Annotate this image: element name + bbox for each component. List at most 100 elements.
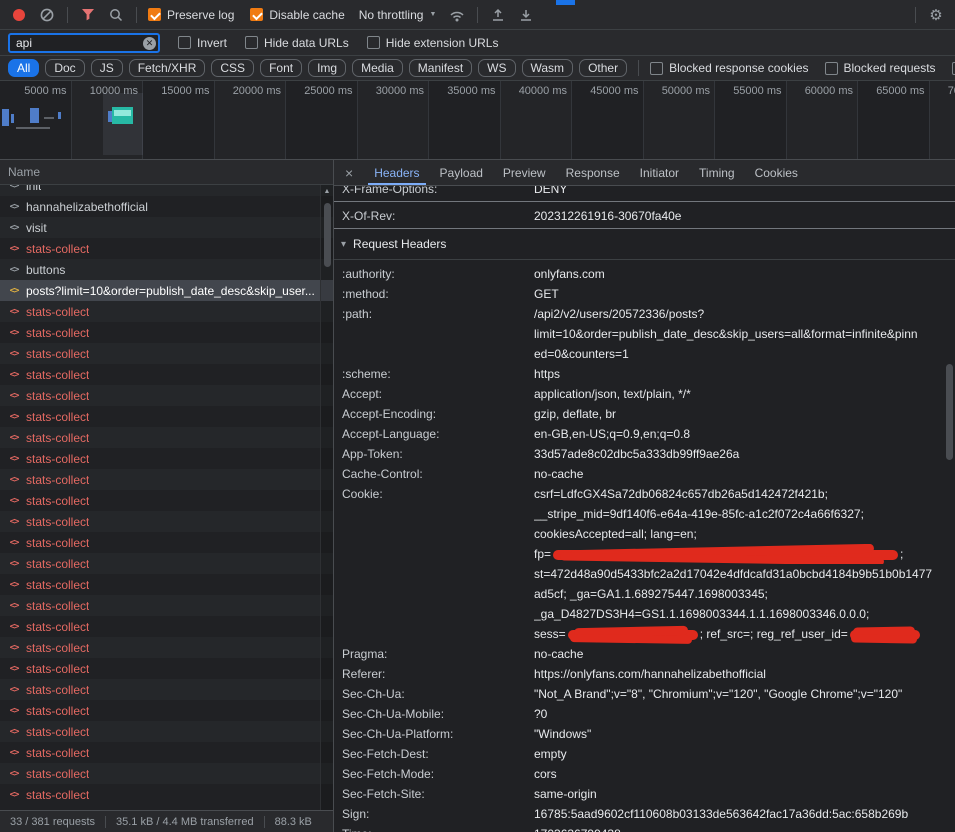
request-name: stats-collect xyxy=(26,515,89,529)
request-row[interactable]: <>stats-collect xyxy=(0,364,333,385)
request-row[interactable]: <>stats-collect xyxy=(0,532,333,553)
checkbox-box[interactable] xyxy=(245,36,258,49)
header-value-text: en-GB,en-US;q=0.9,en;q=0.8 xyxy=(534,427,690,441)
type-chip-all[interactable]: All xyxy=(8,59,39,77)
request-row[interactable]: <>stats-collect xyxy=(0,406,333,427)
clear-log-button[interactable] xyxy=(34,3,60,27)
scrollbar-thumb[interactable] xyxy=(946,364,953,460)
type-chip-doc[interactable]: Doc xyxy=(45,59,84,77)
request-row[interactable]: <>stats-collect xyxy=(0,658,333,679)
request-row[interactable]: <>stats-collect xyxy=(0,343,333,364)
checkbox-box[interactable] xyxy=(148,8,161,21)
scrollbar-thumb[interactable] xyxy=(324,203,331,267)
header-value-text: 33d57ade8c02dbc5a333db99ff9ae26a xyxy=(534,447,739,461)
export-har-button[interactable] xyxy=(513,3,539,27)
tab-response[interactable]: Response xyxy=(556,160,630,185)
request-row[interactable]: <>buttons xyxy=(0,259,333,280)
hide-extension-urls-checkbox[interactable]: Hide extension URLs xyxy=(367,36,499,50)
checkbox-box[interactable] xyxy=(952,62,955,75)
header-value-line: 202312261916-30670fa40e xyxy=(534,206,939,226)
tab-preview[interactable]: Preview xyxy=(493,160,556,185)
request-headers-section-header[interactable]: ▾ Request Headers xyxy=(334,233,955,255)
request-row[interactable]: <>stats-collect xyxy=(0,595,333,616)
request-row[interactable]: <>stats-collect xyxy=(0,301,333,322)
close-details-button[interactable]: × xyxy=(334,165,364,181)
name-column-header[interactable]: Name xyxy=(0,160,333,185)
request-row[interactable]: <>stats-collect xyxy=(0,700,333,721)
request-row[interactable]: <>stats-collect xyxy=(0,511,333,532)
request-row[interactable]: <>visit xyxy=(0,217,333,238)
scroll-up-icon[interactable]: ▲ xyxy=(321,185,333,199)
import-har-button[interactable] xyxy=(485,3,511,27)
request-row[interactable]: <>stats-collect xyxy=(0,427,333,448)
request-row[interactable]: <>stats-collect xyxy=(0,742,333,763)
request-row[interactable]: <>stats-collect xyxy=(0,574,333,595)
disable-cache-checkbox[interactable]: Disable cache xyxy=(250,8,344,22)
network-conditions-button[interactable] xyxy=(444,3,470,27)
type-chip-font[interactable]: Font xyxy=(260,59,302,77)
request-row[interactable]: <>stats-collect xyxy=(0,616,333,637)
request-row[interactable]: <>stats-collect xyxy=(0,763,333,784)
header-value-text: no-cache xyxy=(534,467,583,481)
request-row[interactable]: <>stats-collect xyxy=(0,385,333,406)
devtools-network-panel: Preserve log Disable cache No throttling… xyxy=(0,0,955,832)
request-row[interactable]: <>stats-collect xyxy=(0,637,333,658)
checkbox-3rd-party-requests[interactable]: 3rd-party requests xyxy=(952,61,955,75)
tab-headers[interactable]: Headers xyxy=(364,160,429,185)
preserve-log-checkbox[interactable]: Preserve log xyxy=(148,8,234,22)
devtools-settings-button[interactable]: ⚙ xyxy=(923,3,949,27)
request-row[interactable]: <>posts?limit=10&order=publish_date_desc… xyxy=(0,280,333,301)
type-chip-other[interactable]: Other xyxy=(579,59,627,77)
header-value-text: application/json, text/plain, */* xyxy=(534,387,691,401)
request-row[interactable]: <>hannahelizabethofficial xyxy=(0,196,333,217)
checkbox-box[interactable] xyxy=(367,36,380,49)
tab-initiator[interactable]: Initiator xyxy=(630,160,689,185)
tab-timing[interactable]: Timing xyxy=(689,160,745,185)
header-value-text: fp= xyxy=(534,547,551,561)
tab-cookies[interactable]: Cookies xyxy=(745,160,808,185)
file-type-icon: <> xyxy=(7,538,21,548)
request-list-scrollbar[interactable]: ▲ xyxy=(320,185,333,810)
request-row[interactable]: <>init xyxy=(0,185,333,196)
header-value-text: csrf=LdfcGX4Sa72db06824c657db26a5d142472… xyxy=(534,487,828,501)
type-chip-img[interactable]: Img xyxy=(308,59,346,77)
overview-strip[interactable]: 5000 ms10000 ms15000 ms20000 ms25000 ms3… xyxy=(0,81,955,160)
type-chip-fetch-xhr[interactable]: Fetch/XHR xyxy=(129,59,206,77)
type-chip-manifest[interactable]: Manifest xyxy=(409,59,472,77)
invert-checkbox[interactable]: Invert xyxy=(178,36,227,50)
checkbox-box[interactable] xyxy=(250,8,263,21)
type-chip-css[interactable]: CSS xyxy=(211,59,254,77)
request-row[interactable]: <>stats-collect xyxy=(0,448,333,469)
filter-input[interactable] xyxy=(8,33,160,53)
filter-toggle-button[interactable] xyxy=(75,3,101,27)
type-chip-js[interactable]: JS xyxy=(91,59,123,77)
type-chip-ws[interactable]: WS xyxy=(478,59,515,77)
request-row[interactable]: <>stats-collect xyxy=(0,679,333,700)
hide-data-urls-checkbox[interactable]: Hide data URLs xyxy=(245,36,349,50)
request-row[interactable]: <>stats-collect xyxy=(0,784,333,805)
record-button[interactable] xyxy=(6,3,32,27)
request-row[interactable]: <>stats-collect xyxy=(0,721,333,742)
header-value-text: __stripe_mid=9df140f6-e64a-419e-85fc-a1c… xyxy=(534,507,864,521)
network-toolbar: Preserve log Disable cache No throttling… xyxy=(0,0,955,30)
checkbox-box[interactable] xyxy=(825,62,838,75)
header-row: Time:1703636799438 xyxy=(334,824,955,832)
request-row[interactable]: <>stats-collect xyxy=(0,469,333,490)
request-row[interactable]: <>stats-collect xyxy=(0,238,333,259)
request-row[interactable]: <>stats-collect xyxy=(0,490,333,511)
checkbox-box[interactable] xyxy=(178,36,191,49)
request-details-pane: × HeadersPayloadPreviewResponseInitiator… xyxy=(334,160,955,832)
request-row[interactable]: <>stats-collect xyxy=(0,553,333,574)
throttling-dropdown[interactable]: No throttling ▼ xyxy=(353,6,443,24)
checkbox-blocked-response-cookies[interactable]: Blocked response cookies xyxy=(650,61,808,75)
checkbox-box[interactable] xyxy=(650,62,663,75)
type-chip-wasm[interactable]: Wasm xyxy=(522,59,574,77)
clear-filter-icon[interactable]: ✕ xyxy=(143,37,156,50)
request-row[interactable]: <>stats-collect xyxy=(0,322,333,343)
checkbox-blocked-requests[interactable]: Blocked requests xyxy=(825,61,936,75)
type-chip-media[interactable]: Media xyxy=(352,59,403,77)
overview-activity-bar xyxy=(114,110,131,116)
tab-payload[interactable]: Payload xyxy=(430,160,493,185)
details-scrollbar[interactable] xyxy=(944,186,955,832)
search-button[interactable] xyxy=(103,3,129,27)
